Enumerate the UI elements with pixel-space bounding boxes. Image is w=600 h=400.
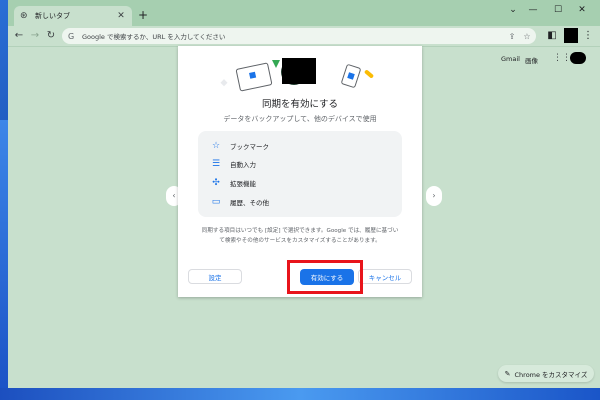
gmail-link[interactable]: Gmail: [501, 55, 520, 63]
new-tab-button[interactable]: +: [136, 8, 150, 22]
maximize-icon[interactable]: ☐: [551, 5, 565, 15]
bookmark-star-icon[interactable]: ☆: [521, 32, 533, 41]
feature-label: 拡張機能: [230, 180, 256, 188]
list-item: ☆ ブックマーク: [210, 139, 269, 153]
menu-icon[interactable]: ⋮: [581, 29, 595, 43]
clipboard-icon: ☰: [211, 159, 221, 169]
profile-avatar[interactable]: [564, 28, 578, 43]
omnibox[interactable]: G Google で検索するか、URL を入力してください ⇪ ☆: [62, 28, 536, 44]
back-icon[interactable]: ←: [12, 29, 26, 43]
sync-feature-list: ☆ ブックマーク ☰ 自動入力 ✣ 拡張機能 ▭ 履歴、その他: [198, 131, 402, 217]
settings-button[interactable]: 設定: [188, 269, 242, 284]
note-line-1: 同期する項目はいつでも [設定] で選択できます。Google では、履歴に基づ…: [201, 228, 399, 234]
puzzle-icon: ✣: [212, 178, 220, 188]
reload-icon[interactable]: ↻: [44, 29, 58, 43]
close-icon[interactable]: ✕: [116, 11, 126, 21]
feature-label: 履歴、その他: [230, 199, 269, 207]
pencil-icon: ✎: [504, 369, 511, 378]
account-avatar[interactable]: [570, 52, 586, 64]
star-icon: ☆: [211, 141, 221, 151]
side-panel-icon[interactable]: ◧: [545, 29, 559, 43]
window-close-icon[interactable]: ✕: [575, 5, 589, 15]
tab-title: 新しいタブ: [35, 12, 70, 20]
wallpaper-edge-left: [0, 120, 8, 400]
dialog-title: 同期を有効にする: [261, 99, 339, 110]
chevron-down-icon[interactable]: ⌄: [506, 5, 520, 15]
list-item: ✣ 拡張機能: [210, 176, 256, 190]
apps-grid-icon[interactable]: ⋮⋮: [553, 52, 571, 64]
customize-label: Chrome をカスタマイズ: [514, 370, 588, 379]
tab-new-tab[interactable]: ⊛ 新しいタブ ✕: [14, 6, 132, 26]
user-avatar-redacted: [282, 58, 316, 84]
dialog-subtitle: データをバックアップして、他のデバイスで使用: [223, 115, 377, 123]
customize-chrome-button[interactable]: ✎ Chrome をカスタマイズ: [498, 365, 594, 382]
wallpaper-edge-bottom: [0, 388, 600, 400]
highlight-box: [287, 260, 363, 294]
omnibox-placeholder: Google で検索するか、URL を入力してください: [82, 33, 226, 41]
google-icon: G: [68, 31, 75, 41]
toolbar: ← → ↻ G Google で検索するか、URL を入力してください ⇪ ☆ …: [8, 26, 600, 47]
chrome-icon: ⊛: [20, 11, 28, 21]
share-icon[interactable]: ⇪: [506, 32, 518, 41]
list-item: ▭ 履歴、その他: [210, 195, 269, 209]
sync-note: 同期する項目はいつでも [設定] で選択できます。Google では、履歴に基づ…: [196, 226, 404, 246]
forward-icon[interactable]: →: [28, 29, 42, 43]
tab-strip: ⊛ 新しいタブ ✕ + ⌄ — ☐ ✕: [8, 0, 600, 26]
note-line-2: て検索やその他のサービスをカスタマイズすることがあります。: [219, 238, 381, 244]
chevron-right-icon[interactable]: ›: [426, 186, 442, 206]
list-item: ☰ 自動入力: [210, 157, 256, 171]
feature-label: ブックマーク: [230, 143, 269, 151]
devices-icon: ▭: [211, 197, 221, 207]
minimize-icon[interactable]: —: [526, 5, 540, 15]
feature-label: 自動入力: [230, 161, 256, 169]
images-link[interactable]: 画像: [525, 55, 538, 65]
cancel-button[interactable]: キャンセル: [358, 269, 412, 284]
